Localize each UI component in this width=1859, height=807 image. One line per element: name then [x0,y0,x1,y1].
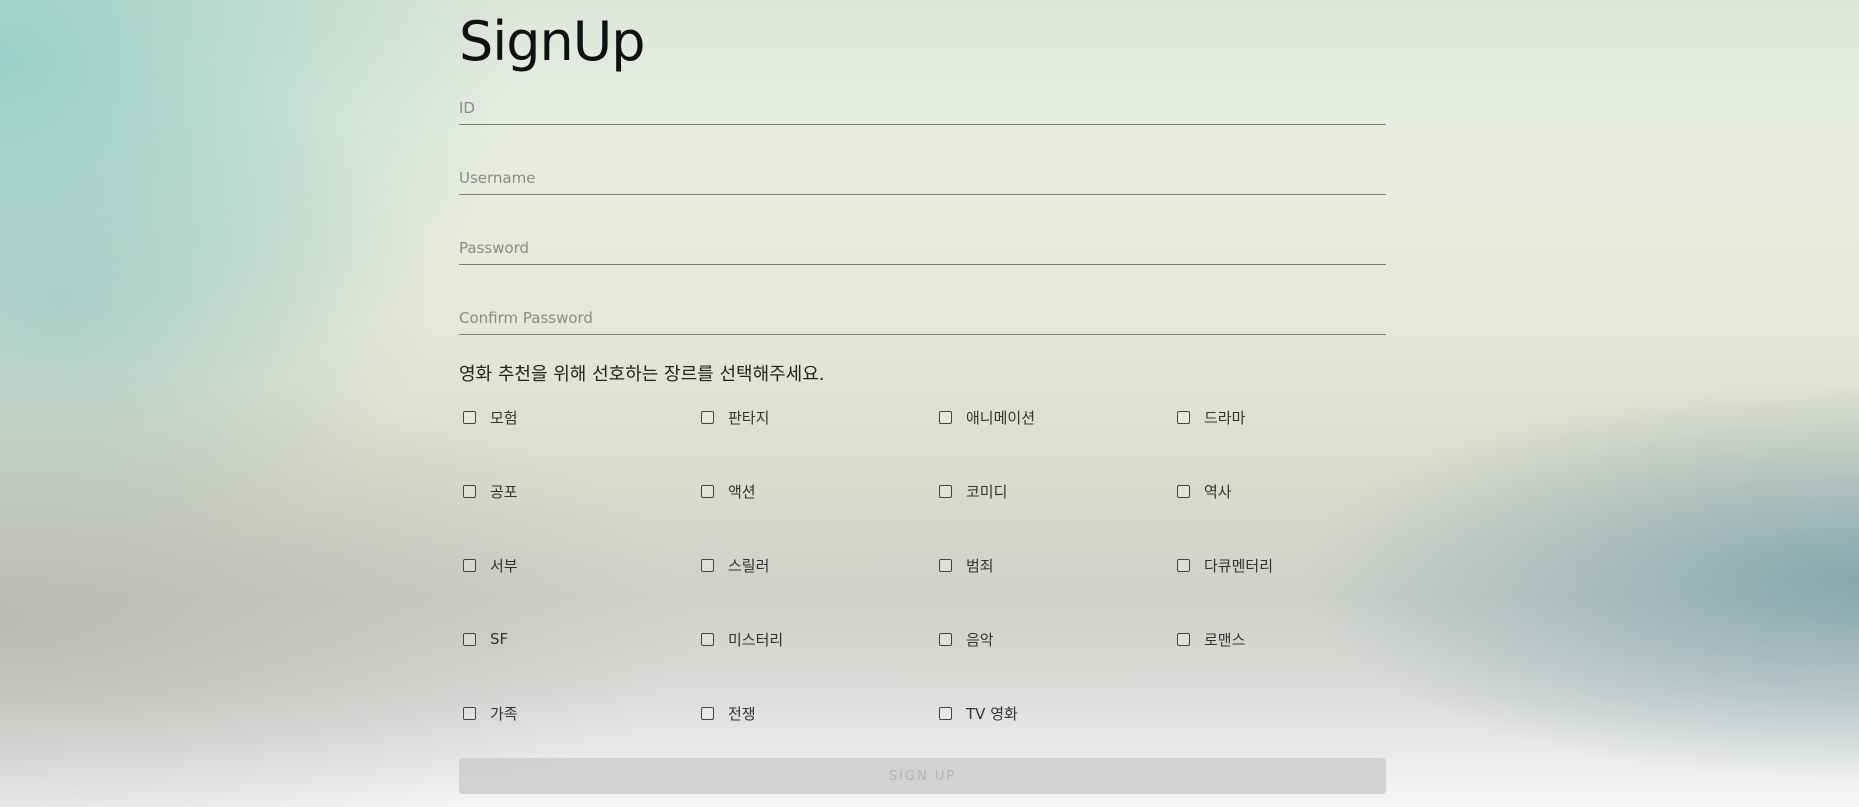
genre-label: 애니메이션 [966,408,1036,427]
checkbox[interactable] [1177,410,1190,424]
username-field-wrapper [459,164,1386,195]
genre-label: 스릴러 [728,556,770,575]
genre-option[interactable]: 가족 [463,701,518,725]
genre-label: 드라마 [1204,408,1246,427]
genre-option[interactable]: 역사 [1177,479,1232,503]
checkbox[interactable] [701,558,714,572]
checkbox[interactable] [939,632,952,646]
checkbox[interactable] [939,558,952,572]
genre-label: 코미디 [966,482,1008,501]
genre-label: 가족 [490,704,518,723]
checkbox[interactable] [463,410,476,424]
password-field-wrapper [459,234,1386,265]
checkbox[interactable] [463,632,476,646]
checkbox[interactable] [701,706,714,720]
checkbox[interactable] [1177,632,1190,646]
genre-option[interactable]: 범죄 [939,553,994,577]
genre-label: TV 영화 [966,704,1018,723]
genre-label: 전쟁 [728,704,756,723]
checkbox[interactable] [701,484,714,498]
genre-option[interactable]: 스릴러 [701,553,769,577]
confirm-password-input[interactable] [459,304,1386,332]
checkbox[interactable] [701,410,714,424]
checkbox[interactable] [701,632,714,646]
password-input[interactable] [459,234,1386,262]
genre-option[interactable]: 음악 [939,627,994,651]
genre-label: 액션 [728,482,756,501]
genre-option[interactable]: 애니메이션 [939,405,1035,429]
genre-option[interactable]: 공포 [463,479,518,503]
username-input[interactable] [459,164,1386,192]
genre-label: 음악 [966,630,994,649]
id-field-wrapper [459,94,1386,125]
genre-label: 미스터리 [728,630,784,649]
genre-option[interactable]: 액션 [701,479,756,503]
genre-prompt: 영화 추천을 위해 선호하는 장르를 선택해주세요. [459,364,825,385]
signup-button[interactable]: SIGN UP [459,758,1386,794]
checkbox[interactable] [463,558,476,572]
genre-label: 모험 [490,408,518,427]
genre-label: 역사 [1204,482,1232,501]
genre-option[interactable]: TV 영화 [939,701,1018,725]
checkbox[interactable] [1177,558,1190,572]
checkbox[interactable] [463,706,476,720]
genre-option[interactable]: 모험 [463,405,518,429]
checkbox[interactable] [1177,484,1190,498]
genre-option[interactable]: 드라마 [1177,405,1245,429]
genre-option[interactable]: 로맨스 [1177,627,1245,651]
genre-label: 판타지 [728,408,770,427]
genre-label: 범죄 [966,556,994,575]
confirm-password-field-wrapper [459,304,1386,335]
checkbox[interactable] [939,484,952,498]
genre-label: 공포 [490,482,518,501]
genre-option[interactable]: SF [463,627,508,651]
genre-option[interactable]: 다큐멘터리 [1177,553,1273,577]
genre-option[interactable]: 판타지 [701,405,769,429]
genre-option[interactable]: 미스터리 [701,627,783,651]
genre-label: SF [490,630,509,648]
genre-label: 서부 [490,556,518,575]
checkbox[interactable] [939,410,952,424]
genre-option[interactable]: 서부 [463,553,518,577]
genre-label: 다큐멘터리 [1204,556,1274,575]
genre-option[interactable]: 코미디 [939,479,1007,503]
genre-option[interactable]: 전쟁 [701,701,756,725]
checkbox[interactable] [463,484,476,498]
genre-label: 로맨스 [1204,630,1246,649]
page-title: SignUp [459,10,646,73]
id-input[interactable] [459,94,1386,122]
checkbox[interactable] [939,706,952,720]
